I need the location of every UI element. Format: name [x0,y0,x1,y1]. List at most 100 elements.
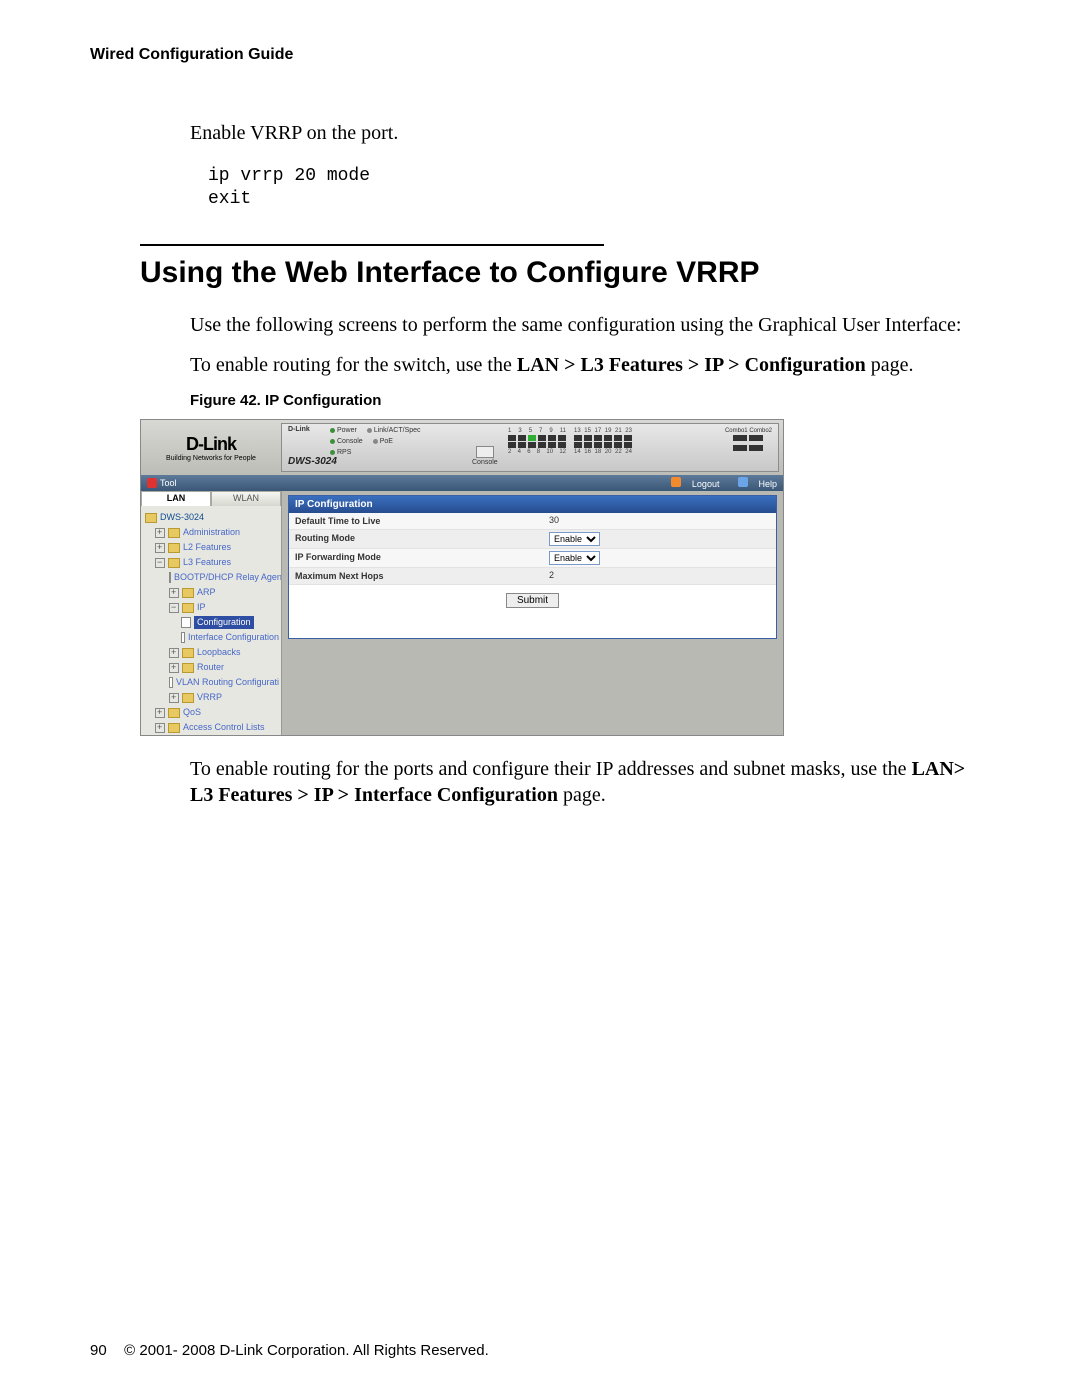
para-3-post: page. [558,784,606,806]
port-nums-bot-1: 24681012 [508,449,566,455]
brand-tagline: Building Networks for People [166,455,256,462]
device-faceplate: D-Link Power Link/ACT/Spec Console PoE R… [281,423,779,472]
folder-icon [145,513,157,523]
para-1: Use the following screens to perform the… [190,312,990,338]
running-head: Wired Configuration Guide [90,46,990,64]
tree-vlan-routing[interactable]: VLAN Routing Configurati [145,675,279,690]
section-body-2: To enable routing for the ports and conf… [190,756,990,808]
code-block: ip vrrp 20 mode exit [208,165,990,210]
logout-link[interactable]: Logout [663,479,719,489]
port-block: 1357911 24681012 131517192123 1416182022… [508,428,632,455]
device-banner: D-Link Building Networks for People D-Li… [141,420,783,475]
expand-icon[interactable] [155,708,165,718]
help-icon [738,477,748,487]
tree-ip[interactable]: IP [145,600,279,615]
doc-icon [169,677,173,688]
collapse-icon[interactable] [155,558,165,568]
submit-button[interactable]: Submit [506,593,559,608]
tree-l2[interactable]: L2 Features [145,540,279,555]
value-ttl: 30 [545,513,776,529]
logout-icon [671,477,681,487]
tree-ip-config[interactable]: Configuration [145,615,279,630]
figure-label: Figure 42. [190,392,265,409]
tree-vrrp[interactable]: VRRP [145,690,279,705]
sidebar: LAN WLAN DWS-3024 Administration L2 Feat… [141,491,282,735]
tree-qos[interactable]: QoS [145,705,279,720]
combo-ports: Combo1 Combo2 [725,428,772,454]
label-max-hops: Maximum Next Hops [289,568,545,584]
tree-admin[interactable]: Administration [145,525,279,540]
tree-ip-iface[interactable]: Interface Configuration [145,630,279,645]
para-2: To enable routing for the switch, use th… [190,352,990,378]
para-2-pre: To enable routing for the switch, use th… [190,354,517,376]
collapse-icon[interactable] [169,603,179,613]
section-rule [140,244,604,246]
brand-logo: D-Link Building Networks for People [141,420,281,475]
body: Enable VRRP on the port. ip vrrp 20 mode… [190,122,990,210]
folder-icon [168,528,180,538]
console-icon [476,446,494,458]
expand-icon[interactable] [169,588,179,598]
tab-lan[interactable]: LAN [141,491,211,506]
figure-caption: Figure 42. IP Configuration [190,392,990,409]
para-2-post: page. [866,354,914,376]
port-group-2: 131517192123 141618202224 [574,428,632,455]
para-3-pre: To enable routing for the ports and conf… [190,758,912,780]
folder-icon [168,543,180,553]
section-body: Use the following screens to perform the… [190,312,990,409]
tree-acl[interactable]: Access Control Lists [145,720,279,735]
select-routing-mode[interactable]: Enable [549,532,600,546]
intro-line: Enable VRRP on the port. [190,122,990,145]
tree-router[interactable]: Router [145,660,279,675]
page: Wired Configuration Guide Enable VRRP on… [0,0,1080,1397]
label-ip-forwarding: IP Forwarding Mode [289,549,545,567]
figure-screenshot: D-Link Building Networks for People D-Li… [140,419,784,736]
expand-icon[interactable] [155,723,165,733]
label-ttl: Default Time to Live [289,513,545,529]
tree-loopbacks[interactable]: Loopbacks [145,645,279,660]
status-leds-3: RPS [330,449,351,456]
sidebar-tabs: LAN WLAN [141,491,281,506]
doc-icon [169,572,171,583]
tree-l3[interactable]: L3 Features [145,555,279,570]
folder-icon [168,558,180,568]
toolbar-right: Logout Help [655,477,777,489]
expand-icon[interactable] [169,693,179,703]
config-panel: IP Configuration Default Time to Live 30… [288,495,777,639]
tree-root[interactable]: DWS-3024 [145,510,279,525]
row-routing-mode: Routing Mode Enable [289,530,776,549]
port-nums-top-1: 1357911 [508,428,566,434]
folder-icon [182,693,194,703]
port-nums-bot-2: 141618202224 [574,449,632,455]
tool-menu[interactable]: Tool [147,478,177,488]
config-form: Default Time to Live 30 Routing Mode Ena… [289,513,776,585]
doc-icon [181,617,191,628]
section-heading: Using the Web Interface to Configure VRR… [140,256,990,290]
expand-icon[interactable] [169,648,179,658]
submit-row: Submit [289,585,776,638]
expand-icon[interactable] [155,543,165,553]
folder-icon [182,663,194,673]
help-link[interactable]: Help [730,479,777,489]
page-number: 90 [90,1342,120,1359]
brand-text: D-Link [186,434,236,455]
status-leds-2: Console PoE [330,438,393,445]
expand-icon[interactable] [155,528,165,538]
device-small-brand: D-Link [288,426,310,433]
folder-icon [182,648,194,658]
tree-bootp[interactable]: BOOTP/DHCP Relay Agen [145,570,279,585]
tree-arp[interactable]: ARP [145,585,279,600]
status-leds: Power Link/ACT/Spec [330,427,421,434]
combo-label: Combo1 Combo2 [725,428,772,434]
copyright: © 2001- 2008 D-Link Corporation. All Rig… [124,1342,489,1359]
nav-tree: DWS-3024 Administration L2 Features L3 F… [141,506,281,735]
para-3: To enable routing for the ports and conf… [190,756,990,808]
expand-icon[interactable] [169,663,179,673]
select-ip-forwarding[interactable]: Enable [549,551,600,565]
tab-wlan[interactable]: WLAN [211,491,281,506]
para-2-bold: LAN > L3 Features > IP > Configuration [517,354,866,376]
panel-title: IP Configuration [289,496,776,513]
label-routing-mode: Routing Mode [289,530,545,548]
device-model: DWS-3024 [288,456,337,467]
led-rps: RPS [330,449,351,456]
